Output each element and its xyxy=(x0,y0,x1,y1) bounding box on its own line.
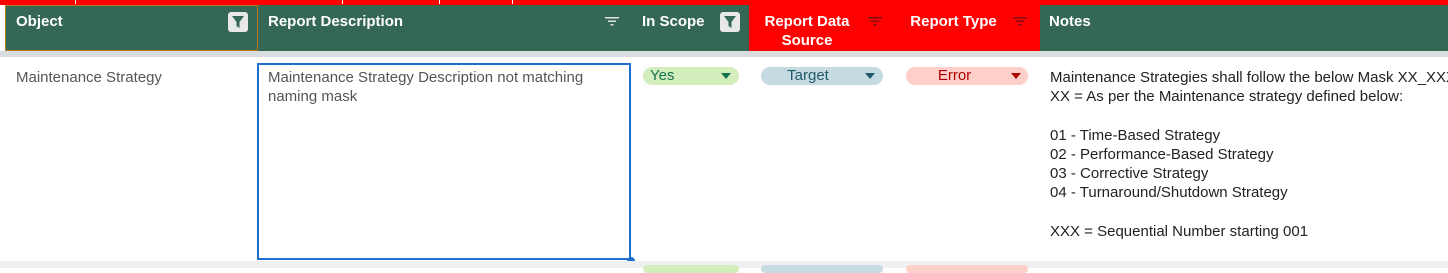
header-in-scope-label: In Scope xyxy=(642,13,705,30)
filter-lines-icon[interactable] xyxy=(604,15,620,27)
cell-report-description[interactable]: Maintenance Strategy Description not mat… xyxy=(268,68,623,106)
header-in-scope[interactable]: In Scope xyxy=(632,5,749,51)
header-row-divider xyxy=(0,51,1448,57)
header-object-label: Object xyxy=(16,13,63,30)
filter-active-icon[interactable] xyxy=(228,12,248,32)
header-object[interactable]: Object xyxy=(5,5,258,51)
filter-active-icon[interactable] xyxy=(720,12,740,32)
cell-object[interactable]: Maintenance Strategy xyxy=(16,68,162,87)
next-row-chip-report-type xyxy=(906,265,1028,273)
header-report-type[interactable]: Report Type xyxy=(895,5,1040,51)
next-row-chip-data-source xyxy=(761,265,883,273)
header-notes-label: Notes xyxy=(1049,13,1091,30)
chevron-down-icon xyxy=(721,73,731,79)
in-scope-dropdown[interactable]: Yes xyxy=(643,67,739,85)
in-scope-value: Yes xyxy=(650,67,675,84)
cell-notes[interactable]: Maintenance Strategies shall follow the … xyxy=(1050,68,1448,241)
cell-description-text: Maintenance Strategy Description not mat… xyxy=(268,69,584,105)
filter-lines-icon[interactable] xyxy=(1012,15,1028,27)
next-row-chip-in-scope xyxy=(643,265,739,273)
header-notes[interactable]: Notes xyxy=(1040,5,1448,51)
data-source-value: Target xyxy=(787,67,829,84)
filter-lines-icon[interactable] xyxy=(867,15,883,27)
header-data-source-label: Report Data Source xyxy=(764,13,850,49)
report-type-value: Error xyxy=(937,67,972,84)
chevron-down-icon xyxy=(1011,73,1021,79)
header-description-label: Report Description xyxy=(268,13,404,30)
data-source-dropdown[interactable]: Target xyxy=(761,67,883,85)
chevron-down-icon xyxy=(865,73,875,79)
header-report-data-source[interactable]: Report Data Source xyxy=(749,5,895,51)
header-report-type-label: Report Type xyxy=(910,13,997,30)
cell-object-text: Maintenance Strategy xyxy=(16,69,162,86)
header-report-description[interactable]: Report Description xyxy=(258,5,632,51)
report-type-dropdown[interactable]: Error xyxy=(906,67,1028,85)
